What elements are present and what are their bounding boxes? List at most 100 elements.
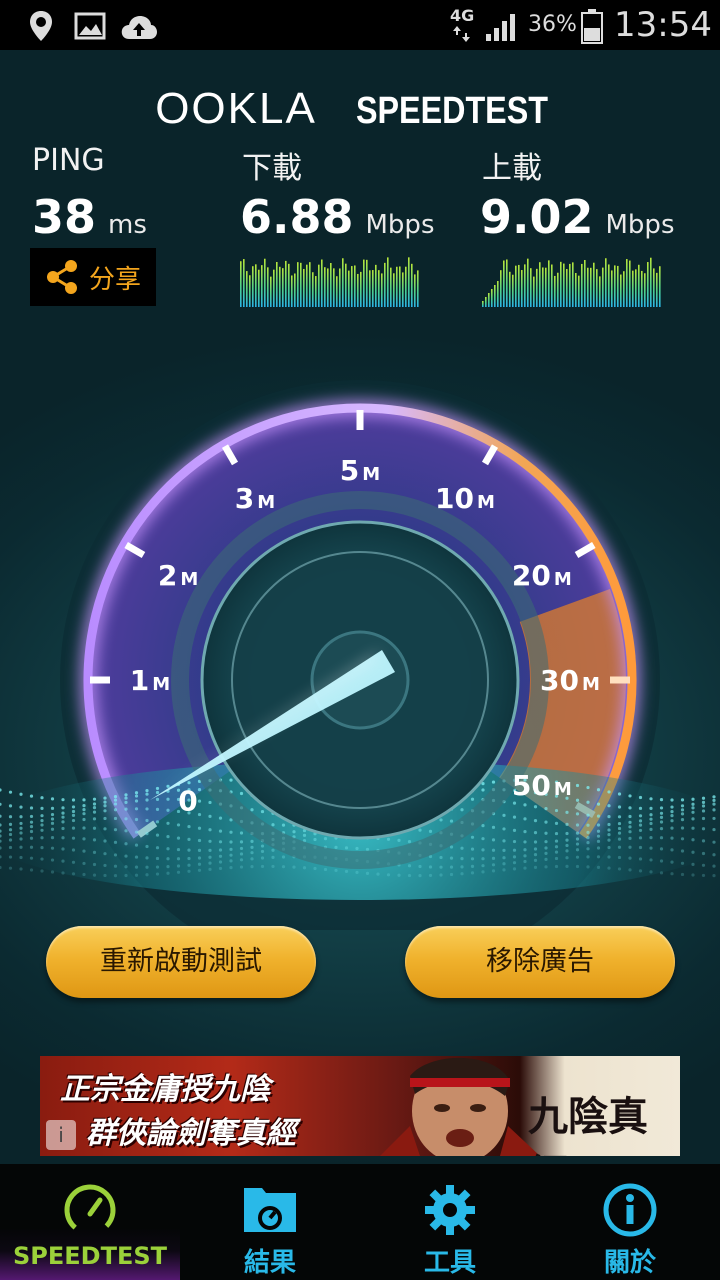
wave-dot: [50, 827, 55, 831]
wave-dot: [155, 820, 160, 824]
wave-dot: [19, 837, 23, 841]
graph-bar: [330, 263, 332, 307]
graph-bar: [617, 265, 619, 307]
graph-bar: [506, 259, 508, 307]
wave-dot: [628, 830, 632, 834]
wave-dot: [239, 852, 244, 856]
wave-dot: [449, 819, 454, 823]
wave-dot: [176, 823, 181, 827]
signal-icon: [486, 14, 515, 41]
wave-dot: [281, 865, 286, 869]
graph-bar: [656, 272, 658, 307]
wave-dot: [61, 811, 65, 815]
wave-dot: [617, 837, 622, 841]
wave-dot: [187, 863, 191, 867]
share-button[interactable]: 分享: [30, 248, 156, 306]
graph-bar: [261, 265, 263, 307]
ping-unit: ms: [108, 210, 147, 240]
wave-dot: [155, 797, 160, 801]
wave-dot: [649, 806, 653, 810]
wave-dot: [0, 865, 2, 870]
wave-dot: [607, 790, 611, 794]
wave-dot: [187, 837, 191, 841]
wave-dot: [617, 821, 622, 826]
nav-tools[interactable]: 工具: [360, 1164, 540, 1280]
ad-banner[interactable]: 正宗金庸授九陰 群俠論劍奪真經 九陰真經 i: [40, 1056, 680, 1156]
graph-bar: [411, 263, 413, 307]
wave-dot: [649, 836, 653, 840]
wave-dot: [239, 865, 244, 869]
graph-bar: [605, 258, 607, 307]
wave-dot: [166, 797, 170, 801]
wave-dot: [92, 817, 97, 821]
wave-dot: [61, 798, 65, 802]
graph-bar: [551, 264, 553, 307]
wave-dot: [628, 825, 632, 829]
wave-dot: [176, 836, 181, 840]
wave-dot: [134, 830, 139, 834]
wave-dot: [344, 869, 349, 874]
wave-dot: [229, 866, 233, 870]
nav-results-label: 結果: [243, 1248, 296, 1278]
remove-ads-button[interactable]: 移除廣告: [405, 926, 675, 998]
wave-dot: [544, 820, 548, 824]
graph-bar: [387, 257, 389, 307]
wave-dot: [670, 872, 674, 876]
wave-dot: [40, 869, 44, 873]
wave-dot: [92, 850, 97, 855]
nav-results[interactable]: 結果: [180, 1164, 360, 1280]
graph-bar: [566, 269, 568, 307]
wave-dot: [680, 826, 685, 830]
wave-dot: [145, 844, 149, 849]
graph-bar: [396, 266, 398, 307]
graph-bar: [557, 272, 559, 307]
wave-dot: [481, 824, 485, 828]
restart-test-button[interactable]: 重新啟動測試: [46, 926, 316, 998]
wave-dot: [628, 820, 632, 824]
wave-dot: [659, 847, 664, 851]
wave-dot: [8, 866, 13, 870]
wave-dot: [0, 855, 2, 859]
wave-dot: [134, 807, 139, 811]
wave-dot: [638, 823, 643, 827]
graph-bar: [399, 266, 401, 307]
graph-bar: [485, 297, 487, 307]
wave-dot: [596, 814, 601, 818]
ad-info-icon[interactable]: i: [46, 1120, 76, 1150]
download-value: 6.88 Mbps: [240, 190, 435, 244]
wave-dot: [82, 826, 86, 830]
location-icon: [30, 11, 52, 41]
wave-dot: [19, 867, 23, 871]
wave-dot: [113, 864, 118, 868]
wave-dot: [155, 856, 160, 861]
wave-dot: [250, 808, 254, 812]
wave-dot: [680, 812, 685, 816]
wave-dot: [8, 822, 13, 826]
wave-dot: [113, 798, 118, 802]
graph-bar: [527, 258, 529, 307]
graph-bar: [560, 261, 562, 307]
wave-dot: [418, 828, 422, 832]
wave-dot: [229, 853, 233, 857]
wave-dot: [376, 872, 380, 876]
wave-dot: [533, 831, 538, 835]
nav-speedtest[interactable]: SPEEDTEST: [0, 1164, 180, 1280]
wave-dot: [596, 839, 601, 843]
graph-bar: [620, 274, 622, 307]
wave-dot: [208, 828, 212, 832]
wave-dot: [701, 839, 706, 843]
nav-about[interactable]: 關於: [540, 1164, 720, 1280]
graph-bar: [297, 262, 299, 307]
wave-dot: [533, 847, 538, 851]
wave-dot: [701, 851, 706, 856]
graph-bar: [641, 270, 643, 307]
wave-dot: [607, 822, 611, 827]
wave-dot: [712, 864, 716, 868]
wave-dot: [82, 798, 86, 802]
wave-dot: [302, 866, 307, 870]
wave-dot: [397, 838, 401, 842]
graph-bar: [575, 273, 577, 307]
graph-bar: [339, 268, 341, 307]
wave-dot: [344, 846, 349, 850]
wave-dot: [638, 828, 643, 833]
